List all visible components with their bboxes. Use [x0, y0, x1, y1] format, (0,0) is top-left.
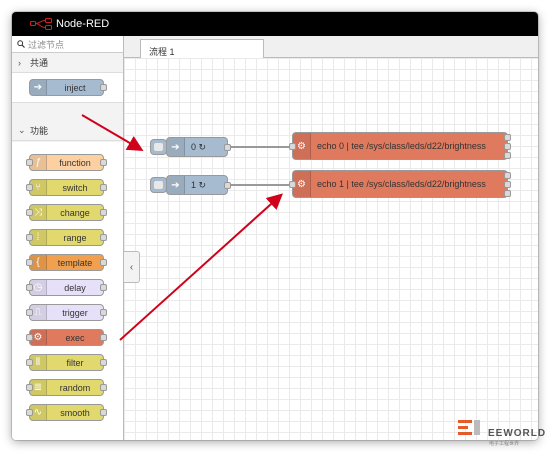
- annotation-arrows: [81, 114, 283, 341]
- watermark-subtext: 电子工程世界: [489, 441, 520, 447]
- eeworld-logo-icon: [458, 420, 480, 435]
- annotation-arrow-inject: [81, 114, 144, 152]
- annotation-arrow-exec: [119, 193, 283, 341]
- watermark-text: EEWORLD: [488, 428, 547, 439]
